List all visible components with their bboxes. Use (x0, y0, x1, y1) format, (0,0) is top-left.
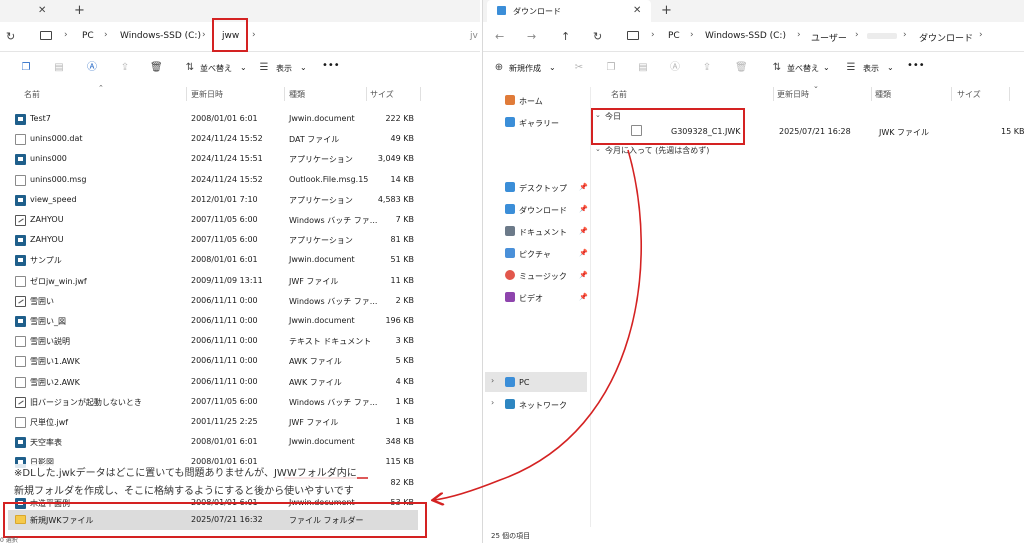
annotation-overlay (284, 149, 642, 543)
annotation-arrow (434, 149, 642, 500)
annotation-line-2: 新規フォルダを作成し、そこに格納するようにすると後から使いやすいです (14, 482, 354, 497)
annotation-line-1: ※DLした.jwkデータはどこに置いても問題ありませんが、JWWフォルダ内に (14, 464, 357, 479)
